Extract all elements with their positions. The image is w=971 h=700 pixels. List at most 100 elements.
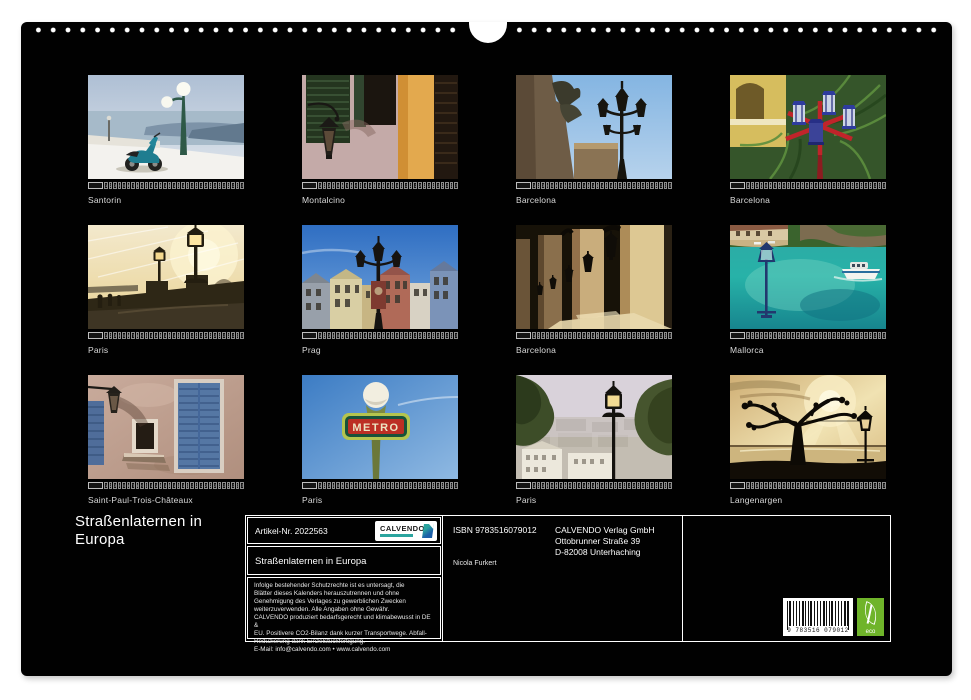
mini-calendar-day: 27 bbox=[436, 182, 440, 189]
photo-caption: Paris bbox=[302, 495, 458, 505]
thumbnail-paris-metro: METRO 1234567891011121314151617181920212… bbox=[302, 375, 458, 505]
mini-calendar-day: 14 bbox=[591, 332, 595, 339]
mini-calendar-day: 9 bbox=[140, 332, 144, 339]
mini-calendar-day: 8 bbox=[136, 182, 140, 189]
mini-calendar-day: 3 bbox=[755, 332, 759, 339]
mini-calendar-day: 10 bbox=[145, 182, 149, 189]
mini-calendar-day: 13 bbox=[801, 182, 805, 189]
mini-calendar-day: 2 bbox=[109, 482, 113, 489]
mini-calendar-day: 21 bbox=[195, 482, 199, 489]
mini-calendar-day: 5 bbox=[122, 482, 126, 489]
mini-calendar-day: 4 bbox=[118, 182, 122, 189]
mini-calendar-day: 16 bbox=[814, 182, 818, 189]
mini-calendar-day: 15 bbox=[596, 182, 600, 189]
mini-calendar-day: 20 bbox=[832, 332, 836, 339]
mini-calendar-day: 26 bbox=[432, 182, 436, 189]
mini-calendar-day: 15 bbox=[810, 182, 814, 189]
mini-calendar-day: 22 bbox=[627, 182, 631, 189]
mini-calendar-day: 23 bbox=[418, 332, 422, 339]
barcode-digits: 9 783516 079012 bbox=[783, 627, 853, 634]
mini-calendar-month-box bbox=[302, 332, 317, 339]
mini-calendar-day: 3 bbox=[327, 332, 331, 339]
mini-calendar-day: 10 bbox=[787, 182, 791, 189]
mini-calendar-day: 27 bbox=[436, 332, 440, 339]
mini-calendar-day: 23 bbox=[632, 182, 636, 189]
mini-calendar-day: 31 bbox=[668, 482, 672, 489]
mini-calendar-day: 20 bbox=[832, 182, 836, 189]
mini-calendar-day: 27 bbox=[864, 332, 868, 339]
mini-calendar-day: 14 bbox=[163, 332, 167, 339]
photo-caption: Barcelona bbox=[730, 195, 886, 205]
mini-calendar-day: 28 bbox=[655, 182, 659, 189]
mini-calendar-day: 8 bbox=[350, 482, 354, 489]
mini-calendar-day: 9 bbox=[354, 182, 358, 189]
mini-calendar-day: 17 bbox=[605, 332, 609, 339]
mini-calendar-day: 2 bbox=[323, 482, 327, 489]
mini-calendar-day: 7 bbox=[345, 182, 349, 189]
mini-calendar-day: 26 bbox=[218, 182, 222, 189]
mini-calendar-day: 25 bbox=[427, 482, 431, 489]
photo-caption: Barcelona bbox=[516, 345, 672, 355]
mini-calendar-day: 7 bbox=[773, 482, 777, 489]
hanger-hole bbox=[469, 22, 507, 43]
mini-calendar-day: 14 bbox=[377, 182, 381, 189]
mini-calendar-day: 30 bbox=[664, 182, 668, 189]
mini-calendar-day: 8 bbox=[350, 182, 354, 189]
mini-calendar-day: 8 bbox=[564, 332, 568, 339]
mini-calendar-day: 5 bbox=[336, 482, 340, 489]
mini-calendar-day: 28 bbox=[655, 332, 659, 339]
photo-caption: Mallorca bbox=[730, 345, 886, 355]
mini-calendar-day: 28 bbox=[869, 332, 873, 339]
mini-calendar-day: 12 bbox=[582, 332, 586, 339]
mini-calendar-day: 1 bbox=[532, 182, 536, 189]
mini-calendar-day: 12 bbox=[582, 182, 586, 189]
mini-calendar-day: 13 bbox=[159, 482, 163, 489]
calendar-page: 1234567891011121314151617181920212223242… bbox=[21, 22, 952, 676]
mini-calendar-day: 4 bbox=[760, 182, 764, 189]
mini-calendar-day: 6 bbox=[769, 332, 773, 339]
mini-calendar-day: 11 bbox=[149, 182, 153, 189]
mini-calendar-day: 3 bbox=[541, 482, 545, 489]
mini-calendar-day: 30 bbox=[236, 332, 240, 339]
mini-calendar-month-box bbox=[88, 182, 103, 189]
mini-calendar-day: 19 bbox=[828, 182, 832, 189]
mini-calendar-day: 4 bbox=[332, 332, 336, 339]
mini-calendar-day: 11 bbox=[149, 482, 153, 489]
mini-calendar-day: 9 bbox=[782, 182, 786, 189]
mini-calendar-day: 24 bbox=[851, 182, 855, 189]
mini-calendar-day: 14 bbox=[591, 482, 595, 489]
mini-calendar-day: 11 bbox=[577, 182, 581, 189]
spiral-binding-holes-left bbox=[31, 26, 464, 34]
mini-calendar-day: 20 bbox=[190, 482, 194, 489]
mini-calendar-day: 29 bbox=[231, 182, 235, 189]
mini-calendar-day: 31 bbox=[240, 482, 244, 489]
mini-calendar-day: 6 bbox=[341, 182, 345, 189]
mini-calendar-month-box bbox=[302, 482, 317, 489]
publisher-info-box: Artikel-Nr. 2022563 CALVENDO Straßenlate… bbox=[245, 515, 891, 642]
mini-calendar-day: 19 bbox=[186, 332, 190, 339]
mini-calendar-day: 9 bbox=[354, 332, 358, 339]
mini-calendar-day: 17 bbox=[177, 332, 181, 339]
mini-calendar-day: 2 bbox=[751, 482, 755, 489]
mini-calendar-day: 26 bbox=[860, 182, 864, 189]
mini-calendar-day: 2 bbox=[537, 482, 541, 489]
mini-calendar-day: 9 bbox=[140, 182, 144, 189]
mini-calendar-day: 5 bbox=[764, 182, 768, 189]
thumbnail-paris-bridge: 1234567891011121314151617181920212223242… bbox=[88, 225, 244, 355]
mini-calendar-day: 28 bbox=[227, 332, 231, 339]
mini-calendar-day: 9 bbox=[782, 482, 786, 489]
publisher-address: CALVENDO Verlag GmbH Ottobrunner Straße … bbox=[555, 525, 655, 558]
mini-calendar-day: 8 bbox=[136, 332, 140, 339]
mini-calendar-day: 12 bbox=[154, 182, 158, 189]
mini-calendar-day: 7 bbox=[773, 332, 777, 339]
mini-calendar-day: 5 bbox=[764, 332, 768, 339]
mini-calendar-day: 1 bbox=[104, 482, 108, 489]
mini-calendar-day: 21 bbox=[837, 182, 841, 189]
photo-barcelona-arcade-lanterns bbox=[516, 225, 672, 329]
mini-calendar-day: 29 bbox=[445, 482, 449, 489]
mini-calendar-day: 26 bbox=[860, 332, 864, 339]
mini-calendar-month-box bbox=[730, 332, 745, 339]
mini-calendar-day: 11 bbox=[791, 482, 795, 489]
mini-calendar-day: 2 bbox=[751, 182, 755, 189]
mini-calendar-day: 6 bbox=[341, 482, 345, 489]
